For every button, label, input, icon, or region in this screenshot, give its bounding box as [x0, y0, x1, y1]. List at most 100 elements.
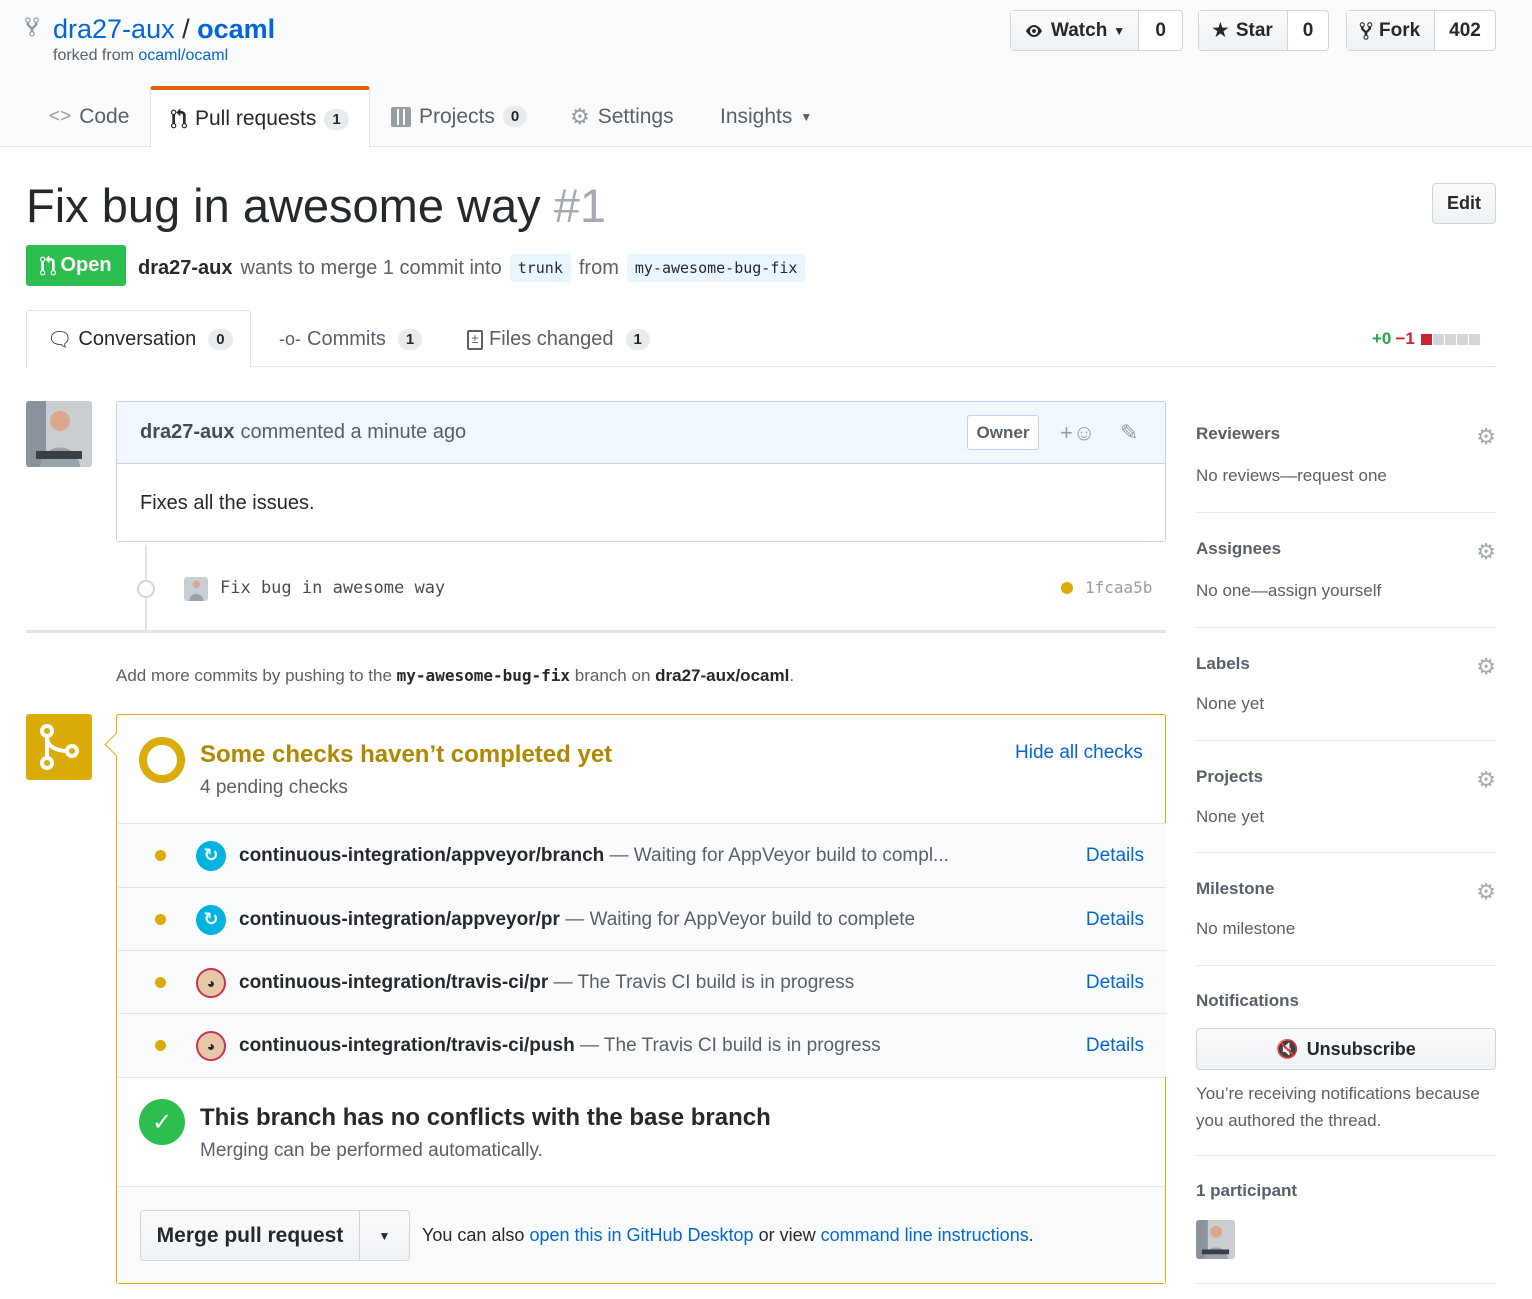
sidebar-divider: [1196, 740, 1496, 741]
pending-dot-icon: [155, 914, 166, 925]
pr-state-badge: Open: [26, 245, 126, 286]
fork-count[interactable]: 402: [1435, 11, 1495, 50]
pr-comment: dra27-aux commented a minute ago Owner +…: [116, 401, 1166, 542]
author-avatar[interactable]: [26, 401, 92, 467]
gear-icon[interactable]: ⚙: [1476, 879, 1496, 905]
pr-number: #1: [553, 179, 606, 232]
add-reaction-icon[interactable]: +☺: [1060, 420, 1095, 446]
watch-label: Watch: [1051, 19, 1108, 41]
pr-author[interactable]: dra27-aux: [138, 257, 233, 280]
merge-button-group: Merge pull request ▼: [140, 1210, 410, 1261]
star-button[interactable]: ★ Star: [1199, 11, 1288, 50]
sidebar-divider: [1196, 627, 1496, 628]
labels-heading[interactable]: Labels: [1196, 654, 1496, 674]
watch-button[interactable]: Watch ▼: [1011, 11, 1140, 50]
sidebar-divider: [1196, 1283, 1496, 1284]
tab-insights[interactable]: Insights ▼: [720, 86, 812, 147]
forked-prefix: forked from: [53, 47, 134, 64]
unsubscribe-button[interactable]: 🔇 Unsubscribe: [1196, 1028, 1496, 1070]
participant-avatar[interactable]: [1196, 1220, 1235, 1259]
commit-author-avatar[interactable]: [184, 577, 208, 601]
assignees-heading[interactable]: Assignees: [1196, 539, 1496, 559]
diffstat-additions: +0: [1372, 329, 1392, 348]
assignees-value[interactable]: No one—assign yourself: [1196, 581, 1496, 601]
command-line-link[interactable]: command line instructions: [821, 1225, 1029, 1245]
sidebar-milestone: Milestone ⚙ No milestone: [1196, 879, 1496, 939]
check-details-link[interactable]: Details: [1086, 1035, 1144, 1057]
repo-owner-link[interactable]: dra27-aux: [53, 14, 175, 44]
comment-author[interactable]: dra27-aux: [140, 421, 235, 444]
merge-alternatives: You can also open this in GitHub Desktop…: [422, 1225, 1034, 1246]
gear-icon[interactable]: ⚙: [1476, 654, 1496, 680]
check-description: — Waiting for AppVeyor build to compl...: [609, 844, 949, 866]
git-pull-request-icon: [171, 108, 187, 129]
check-description: — The Travis CI build is in progress: [553, 971, 855, 993]
comment-header: dra27-aux commented a minute ago Owner +…: [117, 402, 1165, 464]
projects-heading[interactable]: Projects: [1196, 767, 1496, 787]
push-hint-end: .: [789, 666, 795, 685]
head-branch-ref[interactable]: my-awesome-bug-fix: [626, 254, 806, 282]
tab-insights-label: Insights: [720, 104, 793, 128]
reviewers-heading[interactable]: Reviewers: [1196, 424, 1496, 444]
check-row: ↻ continuous-integration/appveyor/pr — W…: [118, 887, 1166, 951]
tab-conversation[interactable]: 🗨 Conversation 0: [26, 310, 251, 368]
tab-code[interactable]: <> Code: [49, 86, 129, 147]
tab-commits[interactable]: -o- Commits 1: [279, 311, 423, 368]
tab-settings[interactable]: ⚙ Settings: [570, 86, 674, 147]
git-commit-icon: -o-: [279, 329, 301, 349]
code-icon: <>: [49, 105, 72, 127]
checks-subtitle: 4 pending checks: [200, 777, 348, 798]
diffstat: +0 −1: [1372, 329, 1480, 349]
github-desktop-link[interactable]: open this in GitHub Desktop: [529, 1225, 753, 1245]
pr-title-text: Fix bug in awesome way: [26, 179, 541, 232]
pull-requests-counter: 1: [324, 108, 349, 130]
watch-count[interactable]: 0: [1139, 11, 1182, 50]
unsubscribe-label: Unsubscribe: [1306, 1038, 1416, 1059]
merge-alt-end: .: [1028, 1225, 1034, 1245]
fork-button[interactable]: Fork: [1347, 11, 1435, 50]
merge-options-caret-icon[interactable]: ▼: [360, 1211, 409, 1260]
caret-down-icon: ▼: [1113, 23, 1126, 38]
pending-dot-icon: [155, 850, 166, 861]
commit-sha[interactable]: 1fcaa5b: [1085, 578, 1152, 597]
gear-icon[interactable]: ⚙: [1476, 424, 1496, 450]
commit-status-pending-icon[interactable]: [1061, 582, 1073, 594]
push-hint-mid: branch on: [574, 666, 651, 685]
checks-divider: [117, 1077, 1165, 1078]
pencil-icon[interactable]: ✎: [1120, 420, 1138, 446]
comment-discussion-icon: 🗨: [47, 328, 73, 351]
milestone-heading[interactable]: Milestone: [1196, 879, 1496, 899]
gear-icon: ⚙: [570, 103, 590, 129]
check-details-link[interactable]: Details: [1086, 845, 1144, 867]
sidebar-assignees: Assignees ⚙ No one—assign yourself: [1196, 539, 1496, 601]
watch-button-group: Watch ▼ 0: [1010, 10, 1183, 51]
push-hint-prefix: Add more commits by pushing to the: [116, 666, 392, 685]
edit-button[interactable]: Edit: [1432, 183, 1496, 224]
gear-icon[interactable]: ⚙: [1476, 539, 1496, 565]
tab-code-label: Code: [79, 104, 130, 128]
base-branch-ref[interactable]: trunk: [509, 254, 571, 282]
reviewers-value[interactable]: No reviews—request one: [1196, 466, 1496, 486]
check-name: continuous-integration/appveyor/pr: [239, 908, 560, 930]
check-details-link[interactable]: Details: [1086, 909, 1144, 931]
files-changed-counter: 1: [625, 329, 650, 350]
tab-files-changed[interactable]: ± Files changed 1: [467, 311, 650, 368]
sidebar-divider: [1196, 965, 1496, 966]
commit-message[interactable]: Fix bug in awesome way: [220, 578, 445, 598]
forked-from: forked from ocaml/ocaml: [53, 47, 228, 65]
forked-from-link[interactable]: ocaml/ocaml: [138, 47, 228, 64]
star-count[interactable]: 0: [1288, 11, 1328, 50]
no-conflicts-subtitle: Merging can be performed automatically.: [200, 1140, 543, 1161]
tab-pull-requests[interactable]: Pull requests 1: [150, 86, 370, 148]
merge-pull-request-button[interactable]: Merge pull request: [141, 1211, 360, 1260]
gear-icon[interactable]: ⚙: [1476, 767, 1496, 793]
check-row: ◕ continuous-integration/travis-ci/pr — …: [118, 950, 1166, 1014]
repo-name-link[interactable]: ocaml: [197, 14, 275, 44]
projects-value: None yet: [1196, 807, 1265, 826]
merge-box: Some checks haven’t completed yet 4 pend…: [116, 714, 1166, 1284]
hide-all-checks-link[interactable]: Hide all checks: [1015, 742, 1143, 764]
check-details-link[interactable]: Details: [1086, 972, 1144, 994]
or-view-text: or view: [758, 1225, 816, 1245]
sidebar-projects: Projects ⚙ None yet: [1196, 767, 1496, 827]
tab-projects[interactable]: Projects 0: [391, 86, 528, 147]
